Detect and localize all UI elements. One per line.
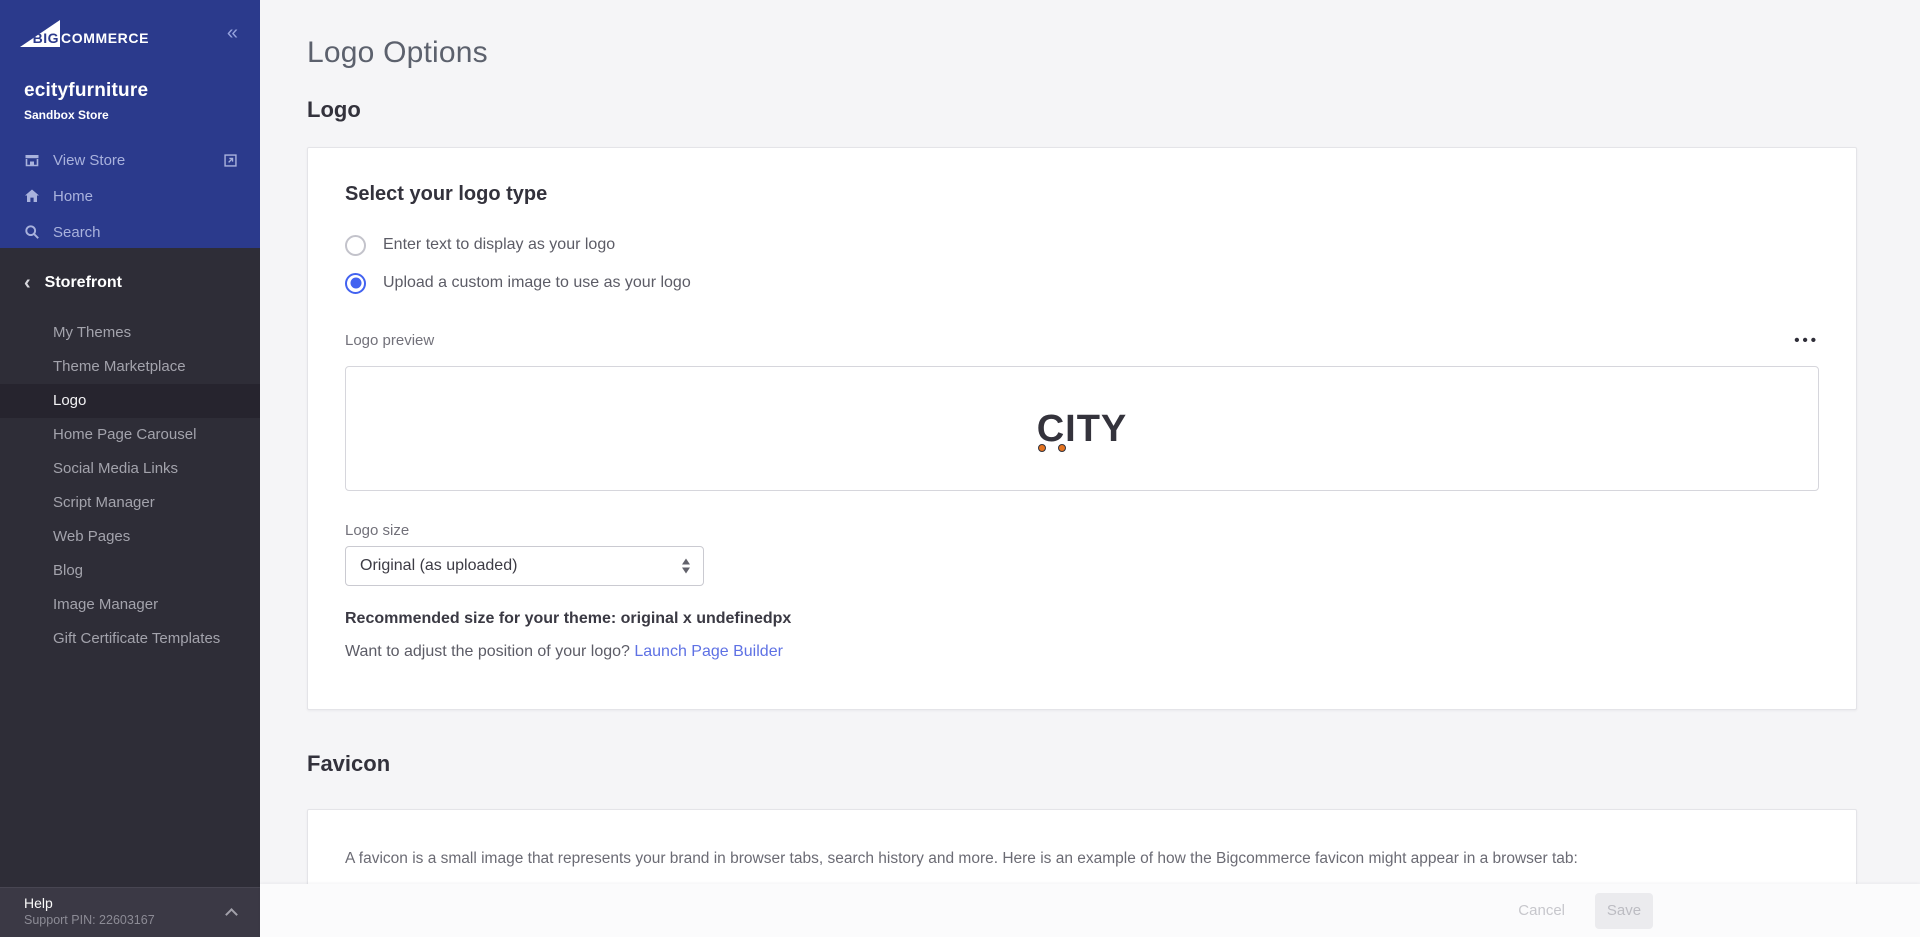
bigcommerce-logo: BIG COMMERCE <box>20 19 149 47</box>
store-name: ecityfurniture <box>24 80 236 102</box>
sidebar-item-search[interactable]: Search <box>0 214 260 250</box>
sidebar-item-gift-certificate-templates[interactable]: Gift Certificate Templates <box>0 622 260 656</box>
storefront-section-title: Storefront <box>45 274 122 292</box>
sidebar-item-theme-marketplace[interactable]: Theme Marketplace <box>0 350 260 384</box>
collapse-sidebar-icon[interactable]: « <box>227 23 238 43</box>
sidebar: BIG COMMERCE « ecityfurniture Sandbox St… <box>0 0 260 937</box>
external-link-icon <box>223 153 238 168</box>
save-button[interactable]: Save <box>1595 893 1653 929</box>
sidebar-storefront-section: ‹ Storefront My Themes Theme Marketplace… <box>0 248 260 656</box>
logo-preview-label: Logo preview <box>345 332 434 349</box>
home-icon <box>24 188 40 204</box>
sidebar-item-my-themes[interactable]: My Themes <box>0 316 260 350</box>
logo-preview-box: CITY <box>345 366 1819 491</box>
sidebar-item-label: Home <box>53 188 93 205</box>
radio-label: Upload a custom image to use as your log… <box>383 274 691 292</box>
sidebar-item-blog[interactable]: Blog <box>0 554 260 588</box>
chevron-left-icon: ‹ <box>24 276 31 290</box>
help-panel[interactable]: Help Support PIN: 22603167 <box>0 887 260 937</box>
sidebar-item-view-store[interactable]: View Store <box>0 142 260 178</box>
adjust-position-text: Want to adjust the position of your logo… <box>345 643 1819 661</box>
main-content: Logo Options Logo Select your logo type … <box>260 0 1920 937</box>
logo-size-select[interactable]: Original (as uploaded) <box>345 546 704 586</box>
sidebar-item-label: Search <box>53 224 101 241</box>
sidebar-item-image-manager[interactable]: Image Manager <box>0 588 260 622</box>
page-title: Logo Options <box>307 36 1857 70</box>
brand-commerce-text: COMMERCE <box>61 30 149 47</box>
logo-wheel-icon <box>1058 444 1066 452</box>
logo-size-selected-value: Original (as uploaded) <box>360 557 517 575</box>
logo-text: CITY <box>1037 408 1128 450</box>
storefront-icon <box>24 152 40 168</box>
sidebar-item-logo[interactable]: Logo <box>0 384 260 418</box>
launch-page-builder-link[interactable]: Launch Page Builder <box>634 643 783 660</box>
logo-type-radio-group: Enter text to display as your logo Uploa… <box>345 230 1819 298</box>
recommended-size-text: Recommended size for your theme: origina… <box>345 610 1819 628</box>
logo-section-heading: Logo <box>307 97 1857 123</box>
sidebar-back-storefront[interactable]: ‹ Storefront <box>0 248 260 300</box>
sidebar-item-home[interactable]: Home <box>0 178 260 214</box>
radio-option-text-logo[interactable]: Enter text to display as your logo <box>345 230 1819 260</box>
radio-selected-icon[interactable] <box>345 273 366 294</box>
help-title: Help <box>24 895 238 911</box>
sidebar-item-script-manager[interactable]: Script Manager <box>0 486 260 520</box>
radio-label: Enter text to display as your logo <box>383 236 615 254</box>
favicon-description: A favicon is a small image that represen… <box>345 850 1819 868</box>
search-icon <box>24 224 40 240</box>
save-footer-bar: Cancel Save <box>260 884 1920 937</box>
bigcommerce-sail-icon: BIG <box>20 20 60 47</box>
sidebar-item-home-page-carousel[interactable]: Home Page Carousel <box>0 418 260 452</box>
uploaded-logo-image: CITY <box>1037 410 1128 448</box>
store-type-label: Sandbox Store <box>24 108 236 122</box>
logo-card: Select your logo type Enter text to disp… <box>307 147 1857 710</box>
cancel-button[interactable]: Cancel <box>1504 894 1579 927</box>
sidebar-item-label: View Store <box>53 152 125 169</box>
sidebar-store-panel: BIG COMMERCE « ecityfurniture Sandbox St… <box>0 0 260 248</box>
radio-unselected-icon[interactable] <box>345 235 366 256</box>
logo-size-label: Logo size <box>345 522 1819 539</box>
logo-wheel-icon <box>1038 444 1046 452</box>
favicon-section-heading: Favicon <box>307 751 1857 777</box>
adjust-position-question: Want to adjust the position of your logo… <box>345 643 634 660</box>
brand-big-text: BIG <box>33 30 59 46</box>
support-pin: Support PIN: 22603167 <box>24 913 238 927</box>
radio-option-image-logo[interactable]: Upload a custom image to use as your log… <box>345 268 1819 298</box>
ellipsis-menu-icon[interactable]: ••• <box>1794 336 1819 346</box>
select-stepper-icon <box>682 559 690 574</box>
sidebar-item-web-pages[interactable]: Web Pages <box>0 520 260 554</box>
sidebar-item-social-media-links[interactable]: Social Media Links <box>0 452 260 486</box>
select-logo-type-label: Select your logo type <box>345 183 1819 206</box>
